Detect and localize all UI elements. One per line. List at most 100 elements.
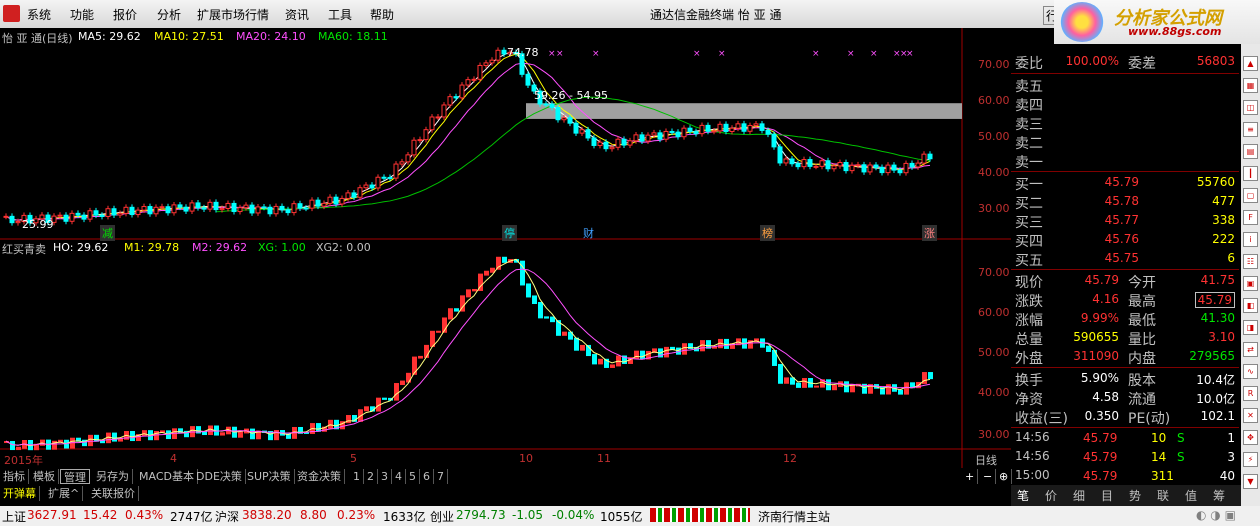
marker-rise[interactable]: 涨 <box>922 225 937 241</box>
tab-fund[interactable]: 资金决策 <box>294 469 345 484</box>
info-icon[interactable]: i <box>1243 232 1258 247</box>
tab-4[interactable]: 4 <box>392 469 406 484</box>
menu-quote[interactable]: 报价 <box>113 6 137 23</box>
compare-icon[interactable]: ⇄ <box>1243 342 1258 357</box>
sell-row: 卖四 <box>1013 94 1239 115</box>
buy-row[interactable]: 买四 45.76 222 <box>1013 230 1239 251</box>
scroll-up-icon[interactable]: ▲ <box>1243 56 1258 71</box>
tab-5[interactable]: 5 <box>406 469 420 484</box>
stat-value: 0.350 <box>1084 409 1119 423</box>
f10-icon[interactable]: F <box>1243 210 1258 225</box>
wave-icon[interactable]: ∿ <box>1243 364 1258 379</box>
upper-candle-body <box>555 106 561 121</box>
zoom-out-button[interactable]: − <box>980 469 997 484</box>
buy-row[interactable]: 买三 45.77 338 <box>1013 211 1239 232</box>
tab-detail[interactable]: 细 <box>1073 487 1085 504</box>
marker-list[interactable]: 榜 <box>760 225 775 241</box>
marker-halt[interactable]: 停 <box>502 225 517 241</box>
sz-label[interactable]: 沪深 <box>215 508 239 525</box>
tab-related-quote[interactable]: 关联报价 <box>88 486 139 501</box>
split-icon[interactable]: ◨ <box>1243 320 1258 335</box>
buy-label: 买四 <box>1015 234 1043 250</box>
lower-tick: 40.00 <box>978 386 1010 399</box>
buy-row[interactable]: 买二 45.78 477 <box>1013 192 1239 213</box>
expand-button[interactable]: ⊕ <box>996 469 1013 484</box>
upper-candle-body <box>783 158 789 164</box>
menu-function[interactable]: 功能 <box>70 6 94 23</box>
tab-link[interactable]: 联 <box>1157 487 1169 504</box>
move-icon[interactable]: ✥ <box>1243 430 1258 445</box>
sh-label[interactable]: 上证 <box>2 508 26 525</box>
flash-icon[interactable]: ⚡ <box>1243 452 1258 467</box>
upper-candle-body <box>303 207 309 210</box>
upper-candle-body <box>897 169 903 174</box>
stat-label: 量比 <box>1128 332 1156 348</box>
ma20-label: MA20: 24.10 <box>236 30 306 43</box>
tab-save-as[interactable]: 另存为 <box>93 469 133 484</box>
menu-extended-market[interactable]: 扩展市场行情 <box>197 6 269 23</box>
marker-reduce[interactable]: 减 <box>100 225 115 241</box>
tab-trend[interactable]: 势 <box>1129 487 1141 504</box>
rsi-icon[interactable]: R <box>1243 386 1258 401</box>
calc-icon[interactable]: ▣ <box>1243 276 1258 291</box>
tab-price[interactable]: 价 <box>1045 487 1057 504</box>
tab-indicator[interactable]: 指标 <box>0 469 29 484</box>
tab-manage[interactable]: 管理 <box>60 469 90 484</box>
tab-target[interactable]: 目 <box>1101 487 1113 504</box>
upper-candle-body <box>321 202 327 207</box>
tab-danmaku[interactable]: 开弹幕 <box>0 486 40 501</box>
tab-dde[interactable]: DDE决策 <box>193 469 246 484</box>
marker-finance[interactable]: 财 <box>581 225 596 241</box>
chart-icon[interactable]: ◫ <box>1243 100 1258 115</box>
brand-url: www.88gs.com <box>1128 25 1222 38</box>
menu-info[interactable]: 资讯 <box>285 6 309 23</box>
tab-1[interactable]: 1 <box>350 469 364 484</box>
menu-system[interactable]: 系统 <box>27 6 51 23</box>
zoom-in-button[interactable]: + <box>962 469 979 484</box>
tab-6[interactable]: 6 <box>420 469 434 484</box>
table-icon[interactable]: ▤ <box>1243 144 1258 159</box>
menu-tools[interactable]: 工具 <box>328 6 352 23</box>
menu-help[interactable]: 帮助 <box>370 6 394 23</box>
window-icon[interactable]: ◧ <box>1243 298 1258 313</box>
lower-bar <box>220 432 225 436</box>
tab-3[interactable]: 3 <box>378 469 392 484</box>
stat-label: 外盘 <box>1015 351 1043 367</box>
tab-expand[interactable]: 扩展^ <box>45 486 84 501</box>
grid-icon[interactable]: ▦ <box>1243 78 1258 93</box>
upper-candle-body <box>195 202 201 209</box>
buy-row[interactable]: 买一 45.79 55760 <box>1013 173 1239 194</box>
list-icon[interactable]: ≡ <box>1243 122 1258 137</box>
tab-chips[interactable]: 筹 <box>1213 487 1225 504</box>
upper-stock-name: 怡 亚 通(日线) <box>2 32 73 45</box>
lower-bar <box>250 428 255 440</box>
server-site[interactable]: 济南行情主站 <box>758 508 830 525</box>
tab-macd[interactable]: MACD基本 <box>136 469 198 484</box>
upper-candle-body <box>771 133 777 148</box>
tab-sup[interactable]: SUP决策 <box>244 469 295 484</box>
tab-value[interactable]: 值 <box>1185 487 1197 504</box>
buy-row[interactable]: 买五 45.75 6 <box>1013 249 1239 270</box>
period-label[interactable]: 日线 <box>975 452 997 468</box>
menu-analysis[interactable]: 分析 <box>157 6 181 23</box>
tab-tick[interactable]: 笔 <box>1017 487 1029 504</box>
upper-candle-body <box>651 132 657 136</box>
tick-volume: 14 <box>1151 450 1167 464</box>
upper-candle-body <box>159 206 165 209</box>
cy-label[interactable]: 创业 <box>430 508 454 525</box>
kline-icon[interactable]: ┃ <box>1243 166 1258 181</box>
pattern-icon[interactable]: ✕ <box>1243 408 1258 423</box>
scroll-down-icon[interactable]: ▼ <box>1243 474 1258 489</box>
xg2-label: XG2: 0.00 <box>316 241 371 254</box>
tab-template[interactable]: 模板 <box>30 469 59 484</box>
upper-candle-body <box>801 159 807 168</box>
sell-row: 卖一 <box>1013 151 1239 172</box>
tab-7[interactable]: 7 <box>434 469 448 484</box>
upper-candle-body <box>741 123 747 132</box>
cy-percent: -0.04% <box>552 508 595 522</box>
lower-bar <box>274 430 279 441</box>
tab-2[interactable]: 2 <box>364 469 378 484</box>
doc-icon[interactable]: ▢ <box>1243 188 1258 203</box>
upper-candle-body <box>705 124 711 132</box>
news-icon[interactable]: ☷ <box>1243 254 1258 269</box>
